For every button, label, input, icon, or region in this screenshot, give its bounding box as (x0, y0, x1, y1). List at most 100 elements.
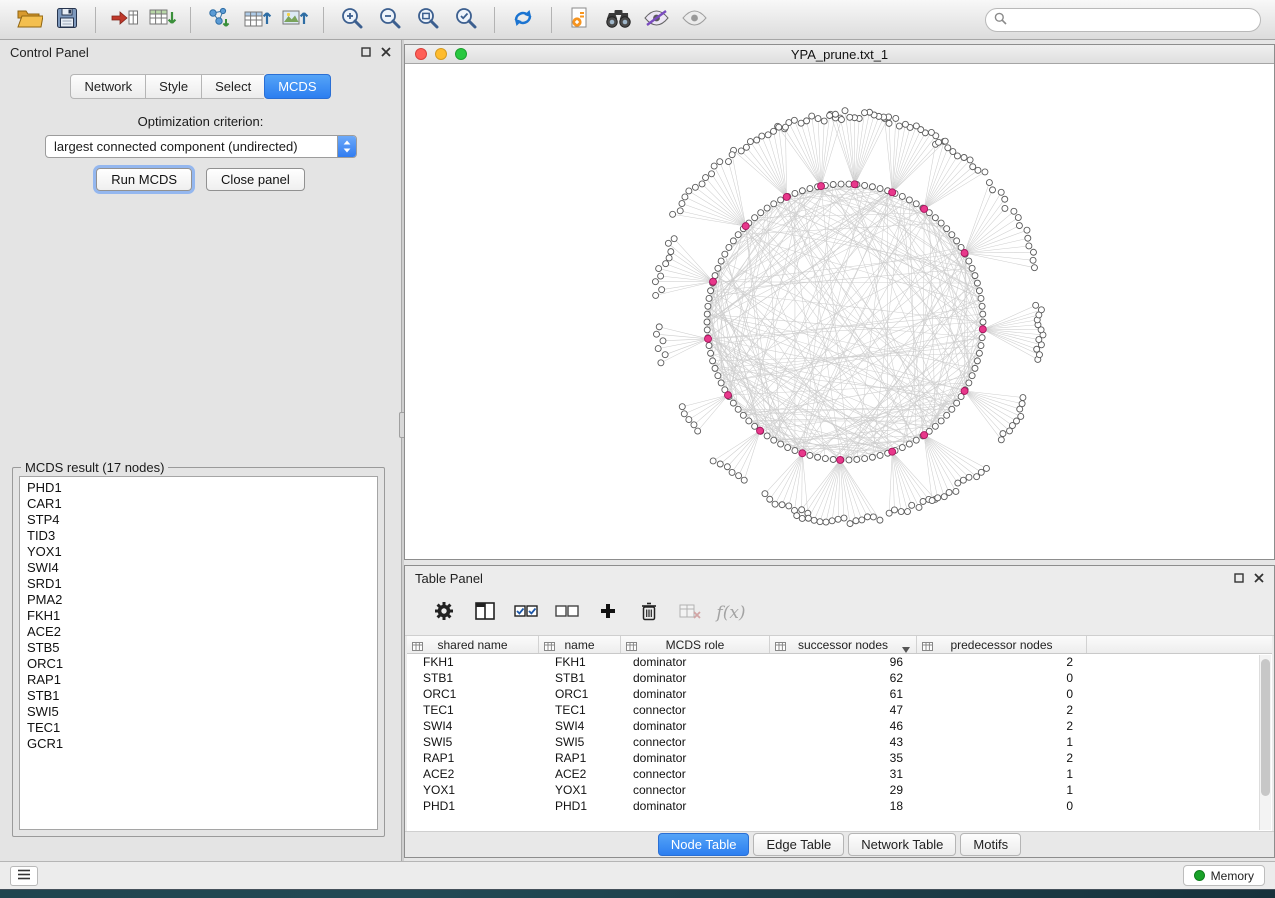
table-cell: 0 (917, 798, 1087, 814)
table-cell: 2 (917, 750, 1087, 766)
column-type-icon (626, 640, 637, 654)
zoom-selected-button[interactable] (447, 4, 485, 36)
column-type-icon (922, 640, 933, 654)
table-settings-button[interactable] (427, 596, 461, 630)
network-view-title: YPA_prune.txt_1 (405, 47, 1274, 62)
delete-column-button[interactable] (632, 596, 666, 630)
table-row[interactable]: ACE2ACE2connector311 (407, 766, 1272, 782)
mcds-result-list[interactable]: PHD1CAR1STP4TID3YOX1SWI4SRD1PMA2FKH1ACE2… (19, 476, 378, 830)
table-panel: Table Panel (404, 565, 1275, 858)
tab-network-table[interactable]: Network Table (848, 833, 956, 856)
mcds-result-item[interactable]: SRD1 (27, 576, 377, 592)
table-row[interactable]: ORC1ORC1dominator610 (407, 686, 1272, 702)
import-network-icon (206, 6, 233, 33)
mcds-result-item[interactable]: STP4 (27, 512, 377, 528)
mcds-result-item[interactable]: FKH1 (27, 608, 377, 624)
tab-select[interactable]: Select (201, 74, 264, 99)
table-row[interactable]: PHD1PHD1dominator180 (407, 798, 1272, 814)
mcds-result-item[interactable]: SWI5 (27, 704, 377, 720)
fx-icon: f(x) (716, 603, 745, 623)
table-cell: dominator (621, 718, 770, 734)
save-session-button[interactable] (48, 4, 86, 36)
table-row[interactable]: YOX1YOX1connector291 (407, 782, 1272, 798)
column-header-predecessor-nodes[interactable]: predecessor nodes (917, 636, 1087, 653)
column-header-shared-name[interactable]: shared name (407, 636, 539, 653)
select-all-icon (514, 603, 538, 622)
table-scrollbar[interactable] (1259, 655, 1271, 830)
search-input[interactable] (1013, 13, 1252, 27)
table-cell: 96 (770, 654, 917, 670)
select-all-button[interactable] (509, 596, 543, 630)
show-all-button[interactable] (675, 4, 713, 36)
column-header-mcds-role[interactable]: MCDS role (621, 636, 770, 653)
eye-icon (681, 9, 708, 30)
mcds-result-item[interactable]: ORC1 (27, 656, 377, 672)
mcds-result-item[interactable]: TID3 (27, 528, 377, 544)
table-row[interactable]: TEC1TEC1connector472 (407, 702, 1272, 718)
column-type-icon (412, 640, 423, 654)
tab-mcds[interactable]: MCDS (264, 74, 330, 99)
table-row[interactable]: SWI5SWI5connector431 (407, 734, 1272, 750)
run-mcds-button[interactable]: Run MCDS (96, 168, 192, 191)
zoom-out-button[interactable] (371, 4, 409, 36)
zoom-in-button[interactable] (333, 4, 371, 36)
export-table-button[interactable] (238, 4, 276, 36)
mcds-result-item[interactable]: RAP1 (27, 672, 377, 688)
mcds-result-item[interactable]: PHD1 (27, 480, 377, 496)
network-canvas[interactable] (405, 64, 1274, 559)
hide-selected-button[interactable] (637, 4, 675, 36)
mcds-result-item[interactable]: GCR1 (27, 736, 377, 752)
control-panel: Control Panel Network Style Select MCDS … (0, 40, 402, 861)
column-header-successor-nodes[interactable]: successor nodes (770, 636, 917, 653)
tab-edge-table[interactable]: Edge Table (753, 833, 844, 856)
scrollbar-thumb[interactable] (1261, 659, 1270, 796)
float-panel-icon[interactable] (361, 47, 371, 57)
mcds-result-item[interactable]: STB1 (27, 688, 377, 704)
table-row[interactable]: RAP1RAP1dominator352 (407, 750, 1272, 766)
plus-icon (599, 602, 617, 623)
import-file-button[interactable] (105, 4, 143, 36)
table-row[interactable]: FKH1FKH1dominator962 (407, 654, 1272, 670)
show-columns-button[interactable] (468, 596, 502, 630)
mcds-result-item[interactable]: ACE2 (27, 624, 377, 640)
function-builder-button[interactable]: f(x) (714, 596, 748, 630)
share-document-button[interactable] (561, 4, 599, 36)
task-history-button[interactable] (10, 866, 38, 886)
close-panel-icon[interactable] (1254, 573, 1264, 583)
table-cell: 1 (917, 782, 1087, 798)
search-box[interactable] (985, 8, 1261, 32)
tab-motifs[interactable]: Motifs (960, 833, 1021, 856)
table-row[interactable]: SWI4SWI4dominator462 (407, 718, 1272, 734)
deselect-all-button[interactable] (550, 596, 584, 630)
network-graph[interactable] (405, 64, 1274, 558)
find-button[interactable] (599, 4, 637, 36)
close-panel-icon[interactable] (381, 47, 391, 57)
table-cell: 61 (770, 686, 917, 702)
import-network-button[interactable] (200, 4, 238, 36)
import-table-button[interactable] (143, 4, 181, 36)
mcds-result-item[interactable]: PMA2 (27, 592, 377, 608)
column-header-name[interactable]: name (539, 636, 621, 653)
import-table-icon (148, 6, 177, 33)
table-cell: 29 (770, 782, 917, 798)
table-row[interactable]: STB1STB1dominator620 (407, 670, 1272, 686)
mcds-result-item[interactable]: YOX1 (27, 544, 377, 560)
mcds-result-item[interactable]: STB5 (27, 640, 377, 656)
table-panel-titlebar: Table Panel (405, 566, 1274, 590)
tab-network[interactable]: Network (70, 74, 145, 99)
apply-layout-button[interactable] (504, 4, 542, 36)
zoom-fit-button[interactable] (409, 4, 447, 36)
add-column-button[interactable] (591, 596, 625, 630)
criterion-select[interactable]: largest connected component (undirected) (45, 135, 357, 158)
table-cell: 31 (770, 766, 917, 782)
tab-node-table[interactable]: Node Table (658, 833, 750, 856)
float-panel-icon[interactable] (1234, 573, 1244, 583)
close-panel-button[interactable]: Close panel (206, 168, 305, 191)
mcds-result-item[interactable]: CAR1 (27, 496, 377, 512)
tab-style[interactable]: Style (145, 74, 201, 99)
mcds-result-item[interactable]: TEC1 (27, 720, 377, 736)
mcds-result-item[interactable]: SWI4 (27, 560, 377, 576)
memory-button[interactable]: Memory (1183, 865, 1265, 886)
export-image-button[interactable] (276, 4, 314, 36)
open-session-button[interactable] (10, 4, 48, 36)
